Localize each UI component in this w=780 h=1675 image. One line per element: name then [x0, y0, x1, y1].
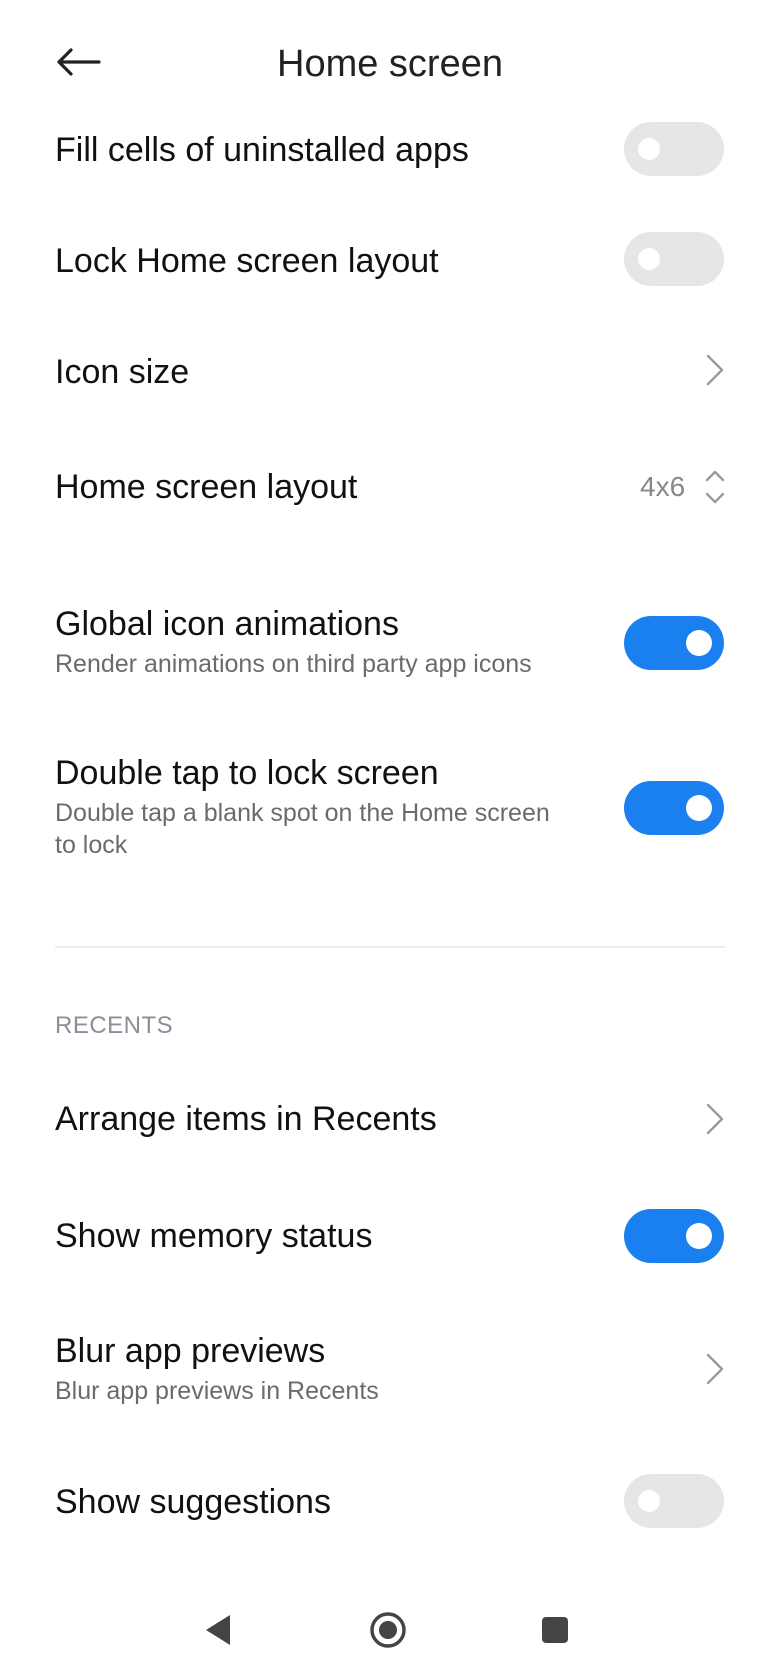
- setting-memory-status-text: Show memory status: [55, 1214, 372, 1258]
- setting-blur-previews[interactable]: Blur app previews Blur app previews in R…: [0, 1329, 780, 1459]
- app-header: Home screen: [0, 0, 780, 126]
- setting-title: Blur app previews: [55, 1332, 326, 1370]
- page-title: Home screen: [277, 43, 503, 85]
- setting-title: Arrange items in Recents: [55, 1100, 437, 1138]
- toggle-knob: [638, 138, 660, 160]
- nav-back-button[interactable]: [188, 1600, 248, 1660]
- setting-title: Double tap to lock screen: [55, 754, 439, 792]
- toggle-knob: [638, 248, 660, 270]
- setting-icon-size[interactable]: Icon size: [0, 347, 780, 457]
- setting-memory-status[interactable]: Show memory status: [0, 1209, 780, 1324]
- expand-updown-icon: [705, 470, 725, 504]
- setting-title: Show suggestions: [55, 1483, 331, 1521]
- lock-layout-toggle[interactable]: [624, 232, 724, 286]
- memory-status-toggle[interactable]: [624, 1209, 724, 1263]
- setting-subtitle-line-1: Double tap a blank spot on the Home scre…: [55, 799, 550, 827]
- setting-arrange-items[interactable]: Arrange items in Recents: [0, 1097, 780, 1207]
- fill-cells-toggle[interactable]: [624, 122, 724, 176]
- setting-double-tap-lock[interactable]: Double tap to lock screen Double tap a b…: [0, 751, 780, 891]
- setting-title: Icon size: [55, 353, 190, 391]
- setting-lock-layout-text: Lock Home screen layout: [55, 239, 439, 283]
- show-suggestions-toggle[interactable]: [624, 1474, 724, 1528]
- nav-home-button[interactable]: [358, 1600, 418, 1660]
- setting-title: Lock Home screen layout: [55, 242, 439, 280]
- toggle-knob: [686, 1223, 712, 1249]
- setting-title: Global icon animations: [55, 605, 399, 643]
- chevron-right-icon: [706, 1103, 724, 1135]
- setting-arrange-items-text: Arrange items in Recents: [55, 1097, 437, 1141]
- triangle-back-icon: [206, 1615, 230, 1645]
- chevron-right-icon: [706, 1353, 724, 1385]
- setting-lock-layout[interactable]: Lock Home screen layout: [0, 232, 780, 347]
- double-tap-lock-toggle[interactable]: [624, 781, 724, 835]
- chevron-right-icon: [706, 354, 724, 386]
- section-label-recents: RECENTS: [55, 1012, 174, 1039]
- setting-subtitle: Blur app previews in Recents: [55, 1377, 379, 1405]
- setting-blur-previews-text: Blur app previews Blur app previews in R…: [55, 1329, 379, 1407]
- setting-home-layout[interactable]: Home screen layout 4x6: [0, 465, 780, 575]
- circle-home-icon: [370, 1612, 406, 1648]
- setting-global-icon-animations[interactable]: Global icon animations Render animations…: [0, 602, 780, 742]
- global-icon-animations-toggle[interactable]: [624, 616, 724, 670]
- setting-show-suggestions-text: Show suggestions: [55, 1480, 331, 1524]
- setting-icon-size-text: Icon size: [55, 350, 189, 394]
- nav-recents-button[interactable]: [525, 1600, 585, 1660]
- toggle-knob: [686, 795, 712, 821]
- setting-fill-cells-text: Fill cells of uninstalled apps: [55, 128, 469, 172]
- setting-home-layout-text: Home screen layout: [55, 465, 357, 509]
- setting-subtitle: Render animations on third party app ico…: [55, 650, 532, 678]
- toggle-knob: [638, 1490, 660, 1512]
- toggle-knob: [686, 630, 712, 656]
- setting-title: Show memory status: [55, 1217, 373, 1255]
- system-navigation-bar: [0, 1590, 780, 1675]
- setting-double-tap-lock-text: Double tap to lock screen Double tap a b…: [55, 751, 550, 861]
- section-divider: [55, 946, 725, 948]
- setting-global-icon-animations-text: Global icon animations Render animations…: [55, 602, 532, 680]
- setting-title: Fill cells of uninstalled apps: [55, 131, 469, 169]
- home-layout-value: 4x6: [640, 471, 686, 502]
- setting-fill-cells[interactable]: Fill cells of uninstalled apps: [0, 122, 780, 236]
- square-recents-icon: [542, 1617, 568, 1643]
- setting-show-suggestions[interactable]: Show suggestions: [0, 1474, 780, 1580]
- setting-title: Home screen layout: [55, 468, 358, 506]
- setting-subtitle-line-2: to lock: [55, 831, 128, 859]
